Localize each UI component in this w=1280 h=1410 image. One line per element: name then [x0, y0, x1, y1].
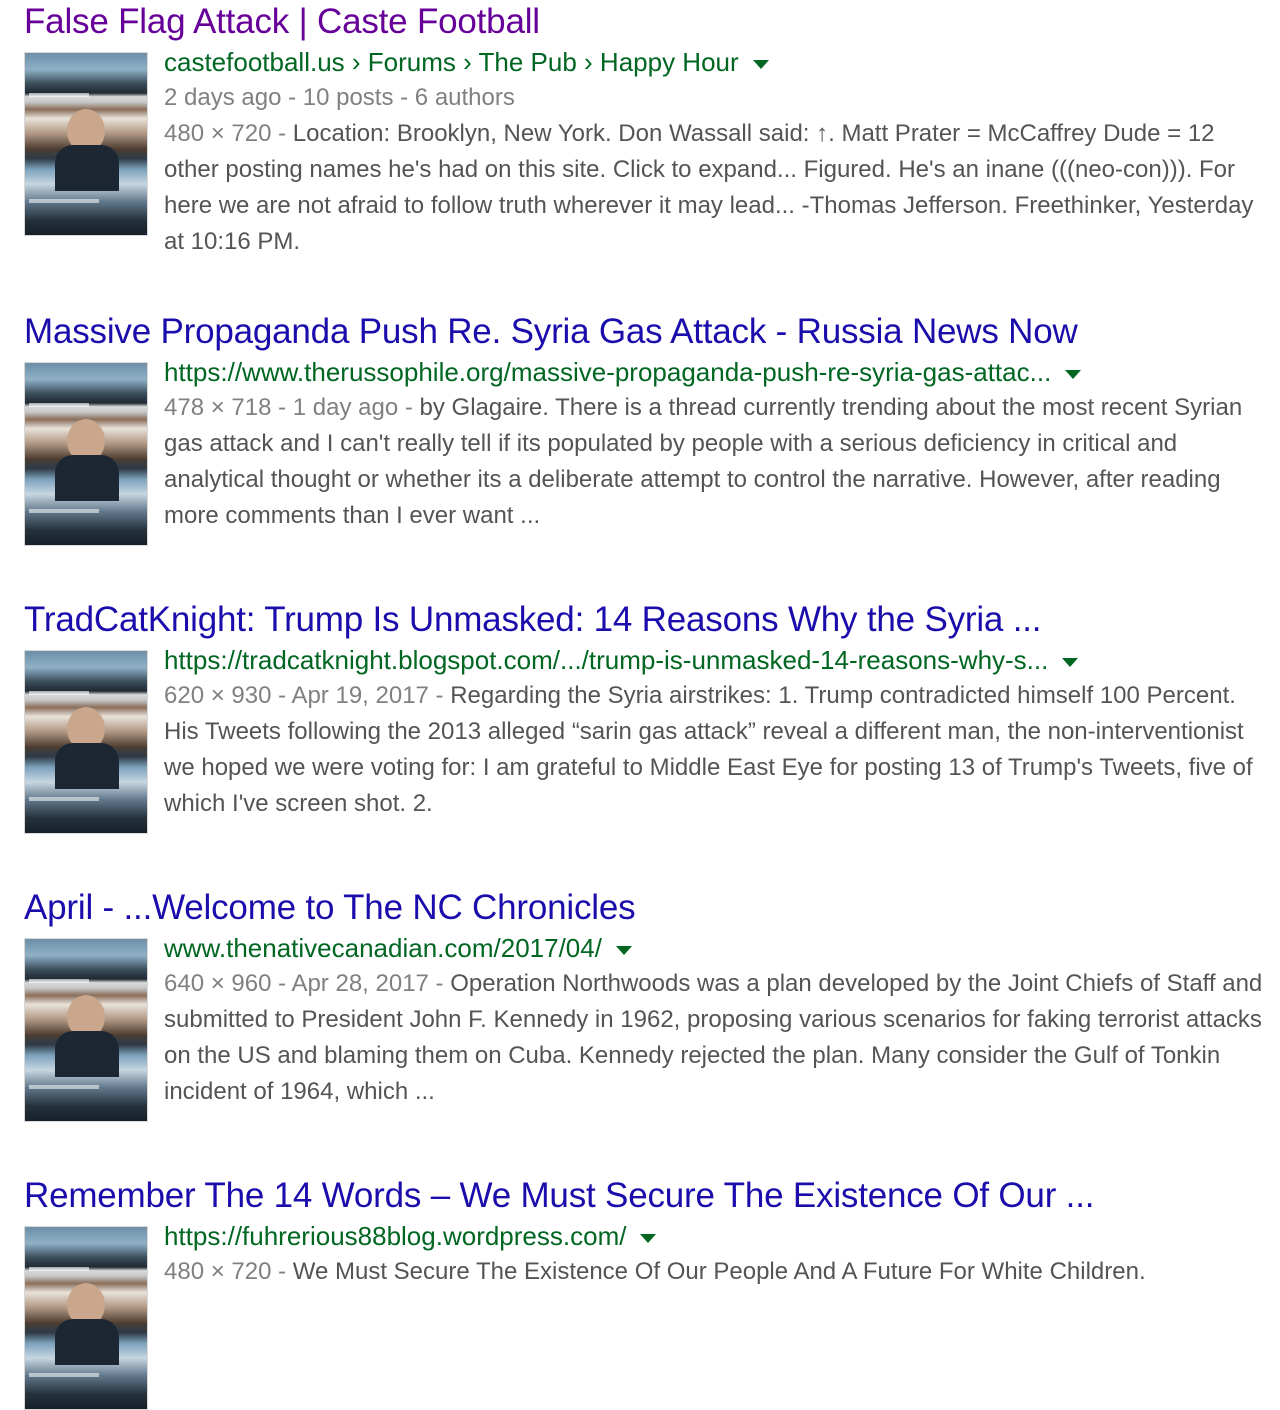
result-snippet: 480 × 720 - We Must Secure The Existence…: [164, 1254, 1264, 1290]
result-snippet: 620 × 930 - Apr 19, 2017 - Regarding the…: [164, 678, 1264, 822]
image-dimensions: 478 × 718 -: [164, 394, 293, 421]
result-url-text[interactable]: https://tradcatknight.blogspot.com/.../t…: [164, 645, 1048, 675]
result-url-text[interactable]: https://fuhrerious88blog.wordpress.com/: [164, 1221, 626, 1251]
dropdown-arrow-icon[interactable]: [640, 1233, 657, 1243]
result-thumbnail[interactable]: [24, 52, 148, 236]
dropdown-arrow-icon[interactable]: [1062, 657, 1079, 667]
result-url: https://www.therussophile.org/massive-pr…: [164, 354, 1264, 390]
result-snippet: 640 × 960 - Apr 28, 2017 - Operation Nor…: [164, 966, 1264, 1110]
result-row: https://fuhrerious88blog.wordpress.com/ …: [24, 1218, 1264, 1410]
snippet-text: We Must Secure The Existence Of Our Peop…: [292, 1258, 1146, 1285]
dropdown-arrow-icon[interactable]: [752, 59, 769, 69]
result-row: castefootball.us › Forums › The Pub › Ha…: [24, 44, 1264, 260]
search-result: April - ...Welcome to The NC Chronicles …: [24, 888, 1264, 1122]
result-body: castefootball.us › Forums › The Pub › Ha…: [164, 44, 1264, 260]
result-url-text[interactable]: www.thenativecanadian.com/2017/04/: [164, 933, 602, 963]
result-body: https://tradcatknight.blogspot.com/.../t…: [164, 642, 1264, 822]
result-body: www.thenativecanadian.com/2017/04/ 640 ×…: [164, 930, 1264, 1110]
dropdown-arrow-icon[interactable]: [1065, 369, 1082, 379]
result-row: www.thenativecanadian.com/2017/04/ 640 ×…: [24, 930, 1264, 1122]
result-body: https://www.therussophile.org/massive-pr…: [164, 354, 1264, 534]
image-dimensions: 640 × 960 -: [164, 970, 292, 997]
result-thumbnail[interactable]: [24, 938, 148, 1122]
result-title-link[interactable]: False Flag Attack | Caste Football: [24, 2, 1264, 42]
result-title-link[interactable]: TradCatKnight: Trump Is Unmasked: 14 Rea…: [24, 600, 1264, 640]
result-url-text[interactable]: castefootball.us › Forums › The Pub › Ha…: [164, 47, 739, 77]
result-thumbnail[interactable]: [24, 1226, 148, 1410]
result-body: https://fuhrerious88blog.wordpress.com/ …: [164, 1218, 1264, 1290]
result-date: 1 day ago -: [292, 394, 420, 421]
dropdown-arrow-icon[interactable]: [615, 945, 632, 955]
result-title-link[interactable]: Remember The 14 Words – We Must Secure T…: [24, 1176, 1264, 1216]
search-result: Remember The 14 Words – We Must Secure T…: [24, 1176, 1264, 1410]
image-dimensions: 480 × 720 -: [164, 1258, 293, 1285]
result-title-link[interactable]: Massive Propaganda Push Re. Syria Gas At…: [24, 312, 1264, 352]
result-thumbnail[interactable]: [24, 650, 148, 834]
result-row: https://tradcatknight.blogspot.com/.../t…: [24, 642, 1264, 834]
result-title-link[interactable]: April - ...Welcome to The NC Chronicles: [24, 888, 1264, 928]
result-url: www.thenativecanadian.com/2017/04/: [164, 930, 1264, 966]
result-snippet: 478 × 718 - 1 day ago - by Glagaire. The…: [164, 390, 1264, 534]
result-url: castefootball.us › Forums › The Pub › Ha…: [164, 44, 1264, 80]
result-meta: 2 days ago - 10 posts - 6 authors: [164, 84, 515, 111]
search-result: TradCatKnight: Trump Is Unmasked: 14 Rea…: [24, 600, 1264, 834]
result-date: Apr 19, 2017 -: [291, 682, 451, 709]
image-dimensions: 480 × 720 -: [164, 120, 293, 147]
result-url: https://tradcatknight.blogspot.com/.../t…: [164, 642, 1264, 678]
result-date: Apr 28, 2017 -: [291, 970, 451, 997]
result-snippet: 480 × 720 - Location: Brooklyn, New York…: [164, 116, 1264, 260]
result-row: https://www.therussophile.org/massive-pr…: [24, 354, 1264, 546]
snippet-text: Location: Brooklyn, New York. Don Wassal…: [164, 120, 1254, 255]
result-url-text[interactable]: https://www.therussophile.org/massive-pr…: [164, 357, 1051, 387]
image-dimensions: 620 × 930 -: [164, 682, 292, 709]
result-url: https://fuhrerious88blog.wordpress.com/: [164, 1218, 1264, 1254]
search-result: Massive Propaganda Push Re. Syria Gas At…: [24, 312, 1264, 546]
result-thumbnail[interactable]: [24, 362, 148, 546]
search-result: False Flag Attack | Caste Football caste…: [24, 2, 1264, 260]
